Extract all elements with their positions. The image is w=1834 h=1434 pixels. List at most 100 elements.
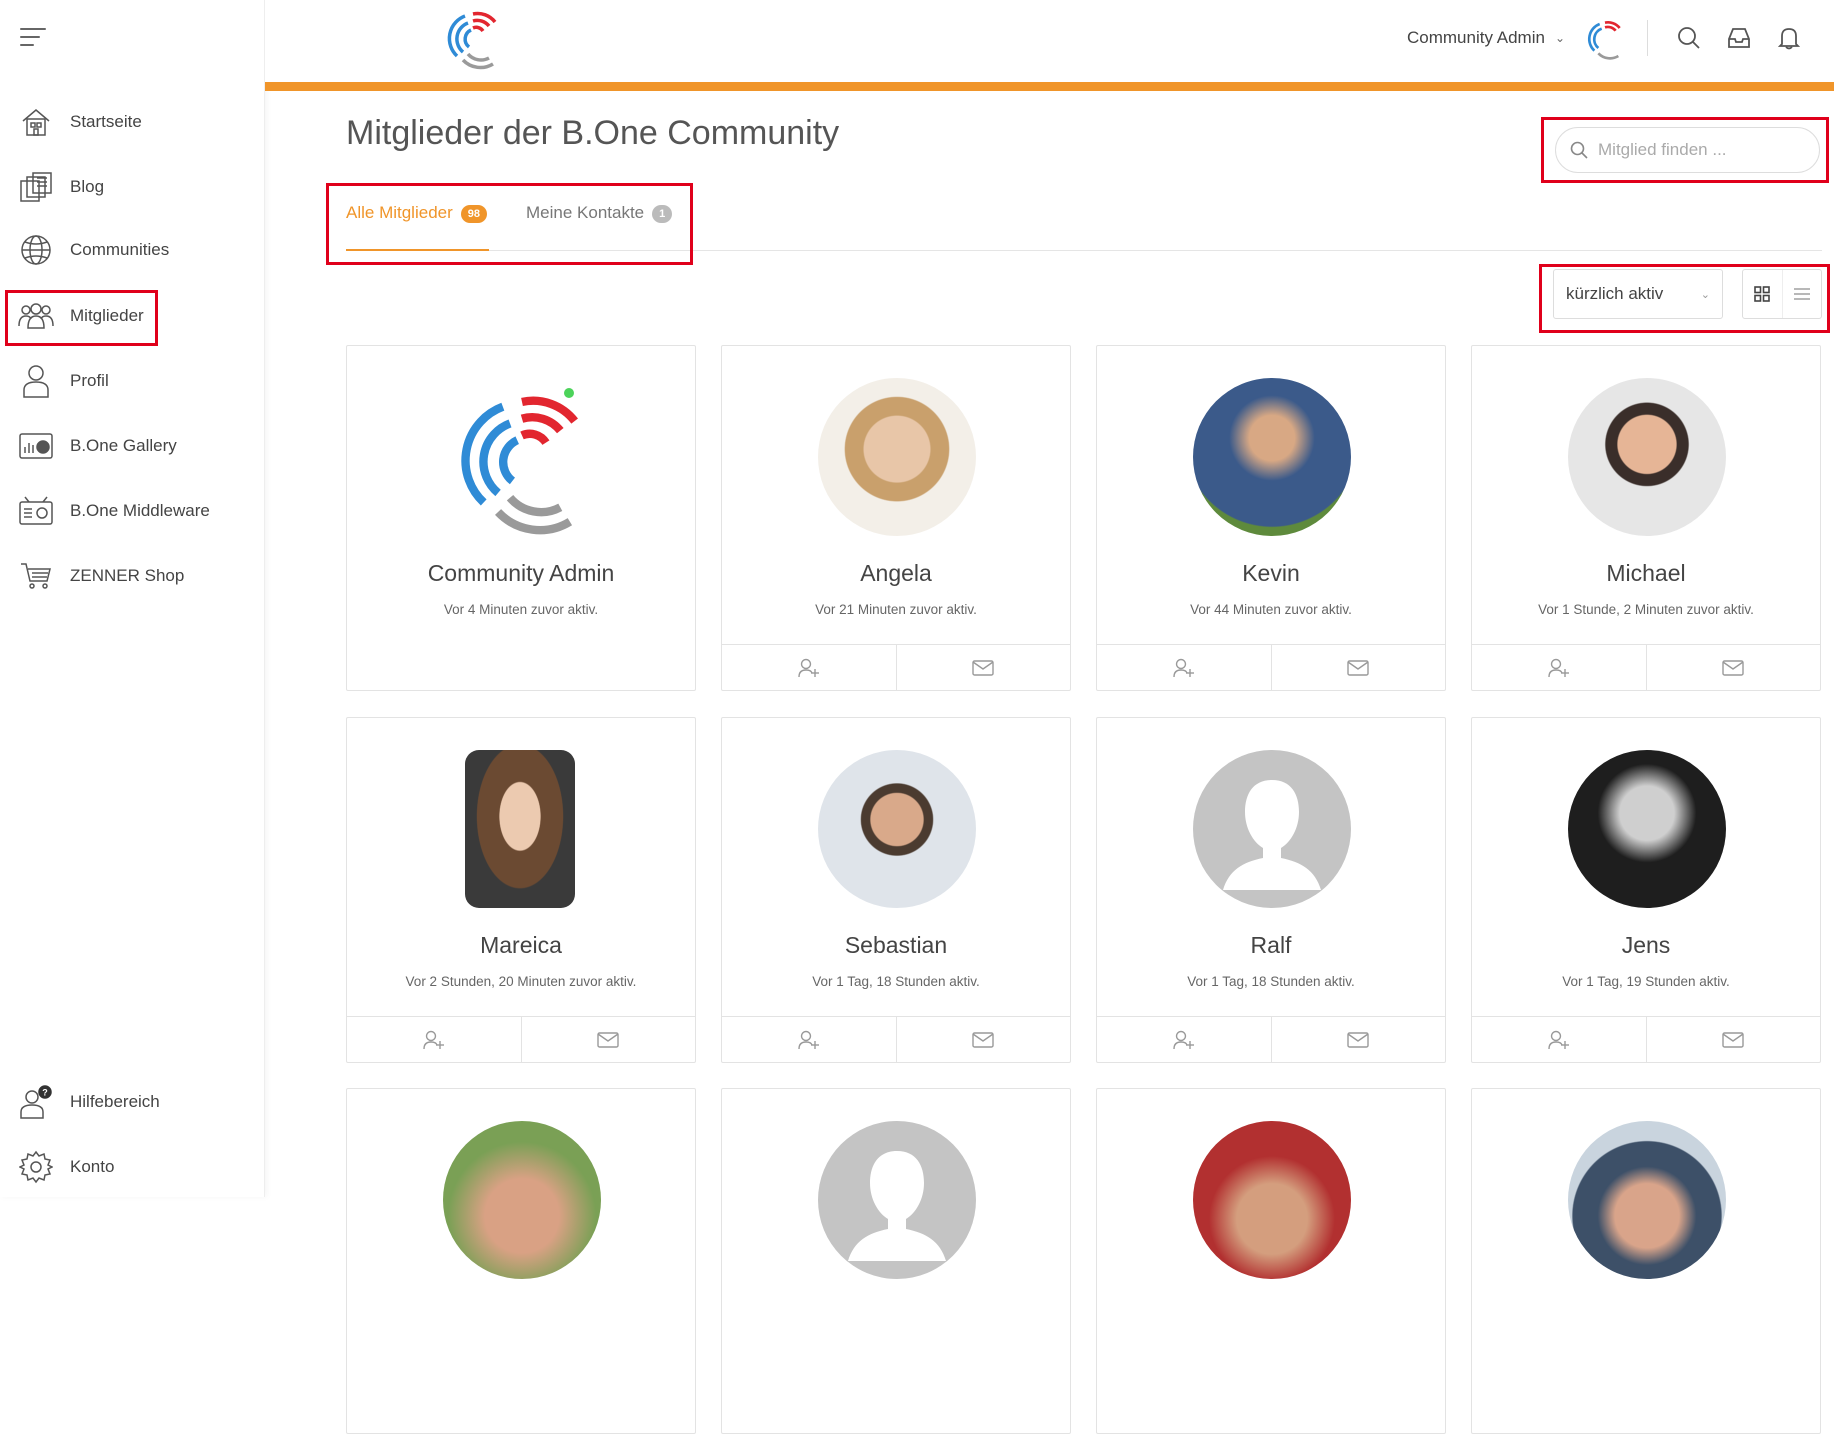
member-card[interactable] bbox=[1096, 1088, 1446, 1434]
chevron-down-icon: ⌄ bbox=[1700, 288, 1710, 301]
tab-meine-kontakte[interactable]: Meine Kontakte 1 bbox=[526, 191, 673, 251]
sidebar-item-startseite[interactable]: Startseite bbox=[18, 100, 142, 144]
member-name[interactable]: Sebastian bbox=[722, 932, 1070, 959]
sidebar-item-zenner-shop[interactable]: ZENNER Shop bbox=[18, 554, 184, 598]
member-last-active: Vor 1 Stunde, 2 Minuten zuvor aktiv. bbox=[1538, 602, 1754, 617]
online-indicator bbox=[562, 386, 576, 400]
community-logo-avatar[interactable] bbox=[443, 378, 601, 536]
members-icon bbox=[18, 298, 54, 334]
add-friend-icon[interactable] bbox=[1472, 645, 1647, 690]
bell-icon[interactable] bbox=[1764, 26, 1814, 50]
member-name[interactable]: Community Admin bbox=[347, 560, 695, 587]
member-name[interactable]: Angela bbox=[722, 560, 1070, 587]
header-accent-bar bbox=[265, 82, 1834, 91]
count-badge: 1 bbox=[652, 205, 673, 223]
sidebar-item-label: Blog bbox=[70, 177, 105, 196]
sidebar-item-label: Startseite bbox=[70, 112, 142, 131]
gallery-icon bbox=[18, 428, 54, 464]
member-last-active: Vor 21 Minuten zuvor aktiv. bbox=[815, 602, 977, 617]
top-bar: Community Admin ⌄ bbox=[265, 0, 1834, 82]
tab-alle-mitglieder[interactable]: Alle Mitglieder 98 bbox=[346, 191, 489, 251]
avatar[interactable] bbox=[443, 1121, 601, 1279]
tab-label: Alle Mitglieder bbox=[346, 203, 453, 222]
member-card[interactable] bbox=[721, 1088, 1071, 1434]
member-name[interactable]: Jens bbox=[1472, 932, 1820, 959]
member-card[interactable]: Ralf Vor 1 Tag, 18 Stunden aktiv. bbox=[1096, 717, 1446, 1063]
message-icon[interactable] bbox=[1272, 645, 1446, 690]
default-avatar-icon[interactable] bbox=[818, 1121, 976, 1279]
avatar[interactable] bbox=[1568, 750, 1726, 908]
member-card[interactable]: Community Admin Vor 4 Minuten zuvor akti… bbox=[346, 345, 696, 691]
avatar[interactable] bbox=[1568, 378, 1726, 536]
message-icon[interactable] bbox=[1272, 1017, 1446, 1062]
help-icon: ? bbox=[18, 1084, 54, 1120]
add-friend-icon[interactable] bbox=[722, 645, 897, 690]
sidebar-item-communities[interactable]: Communities bbox=[18, 228, 169, 272]
user-menu: Community Admin ⌄ bbox=[1407, 0, 1834, 76]
message-icon[interactable] bbox=[522, 1017, 696, 1062]
list-view-icon[interactable] bbox=[1783, 270, 1822, 318]
search-icon[interactable] bbox=[1664, 26, 1714, 50]
sidebar-item-gallery[interactable]: B.One Gallery bbox=[18, 424, 177, 468]
member-card[interactable]: Mareica Vor 2 Stunden, 20 Minuten zuvor … bbox=[346, 717, 696, 1063]
avatar[interactable] bbox=[1193, 378, 1351, 536]
member-card[interactable]: Michael Vor 1 Stunde, 2 Minuten zuvor ak… bbox=[1471, 345, 1821, 691]
brand-logo-icon[interactable] bbox=[443, 4, 503, 75]
user-name[interactable]: Community Admin bbox=[1407, 28, 1545, 48]
member-tabs: Alle Mitglieder 98 Meine Kontakte 1 bbox=[346, 191, 1822, 251]
message-icon[interactable] bbox=[1647, 1017, 1821, 1062]
add-friend-icon[interactable] bbox=[1097, 1017, 1272, 1062]
sidebar-item-konto[interactable]: Konto bbox=[18, 1145, 114, 1189]
middleware-icon bbox=[18, 493, 54, 529]
default-avatar-icon[interactable] bbox=[1193, 750, 1351, 908]
message-icon[interactable] bbox=[1647, 645, 1821, 690]
member-name[interactable]: Kevin bbox=[1097, 560, 1445, 587]
inbox-icon[interactable] bbox=[1714, 27, 1764, 49]
view-toggle bbox=[1742, 269, 1822, 319]
member-name[interactable]: Michael bbox=[1472, 560, 1820, 587]
message-icon[interactable] bbox=[897, 1017, 1071, 1062]
avatar[interactable] bbox=[465, 750, 575, 908]
sort-selected-value: kürzlich aktiv bbox=[1566, 284, 1664, 303]
menu-toggle-icon[interactable] bbox=[20, 28, 46, 50]
card-actions bbox=[722, 644, 1070, 690]
avatar[interactable] bbox=[818, 378, 976, 536]
card-actions bbox=[1472, 644, 1820, 690]
sidebar-item-label: B.One Gallery bbox=[70, 436, 177, 455]
avatar[interactable] bbox=[1193, 1121, 1351, 1279]
cart-icon bbox=[18, 558, 54, 594]
sidebar-item-label: ZENNER Shop bbox=[70, 566, 185, 585]
gear-icon bbox=[18, 1149, 54, 1185]
member-name[interactable]: Ralf bbox=[1097, 932, 1445, 959]
add-friend-icon[interactable] bbox=[1472, 1017, 1647, 1062]
grid-view-icon[interactable] bbox=[1743, 270, 1783, 318]
search-input[interactable] bbox=[1598, 140, 1798, 160]
sidebar-item-mitglieder[interactable]: Mitglieder bbox=[18, 294, 144, 338]
member-name[interactable]: Mareica bbox=[347, 932, 695, 959]
add-friend-icon[interactable] bbox=[1097, 645, 1272, 690]
avatar[interactable] bbox=[818, 750, 976, 908]
sidebar: Startseite Blog Communities Mitglieder P… bbox=[0, 0, 265, 1197]
sidebar-item-middleware[interactable]: B.One Middleware bbox=[18, 489, 210, 533]
sidebar-item-blog[interactable]: Blog bbox=[18, 165, 104, 209]
chevron-down-icon[interactable]: ⌄ bbox=[1555, 31, 1565, 45]
sidebar-item-hilfebereich[interactable]: ? Hilfebereich bbox=[18, 1080, 160, 1124]
sidebar-item-label: Konto bbox=[70, 1157, 115, 1176]
member-card[interactable]: Sebastian Vor 1 Tag, 18 Stunden aktiv. bbox=[721, 717, 1071, 1063]
avatar[interactable] bbox=[1568, 1121, 1726, 1279]
sort-select[interactable]: kürzlich aktiv ⌄ bbox=[1553, 269, 1723, 319]
user-avatar-icon[interactable] bbox=[1585, 15, 1625, 61]
member-card[interactable]: Angela Vor 21 Minuten zuvor aktiv. bbox=[721, 345, 1071, 691]
member-card[interactable] bbox=[346, 1088, 696, 1434]
member-card[interactable] bbox=[1471, 1088, 1821, 1434]
count-badge: 98 bbox=[460, 205, 488, 223]
member-search[interactable] bbox=[1555, 127, 1820, 173]
add-friend-icon[interactable] bbox=[722, 1017, 897, 1062]
sidebar-item-profil[interactable]: Profil bbox=[18, 359, 109, 403]
add-friend-icon[interactable] bbox=[347, 1017, 522, 1062]
sidebar-item-label: Mitglieder bbox=[70, 306, 144, 325]
member-card[interactable]: Kevin Vor 44 Minuten zuvor aktiv. bbox=[1096, 345, 1446, 691]
member-card[interactable]: Jens Vor 1 Tag, 19 Stunden aktiv. bbox=[1471, 717, 1821, 1063]
page-title: Mitglieder der B.One Community bbox=[346, 114, 840, 152]
message-icon[interactable] bbox=[897, 645, 1071, 690]
